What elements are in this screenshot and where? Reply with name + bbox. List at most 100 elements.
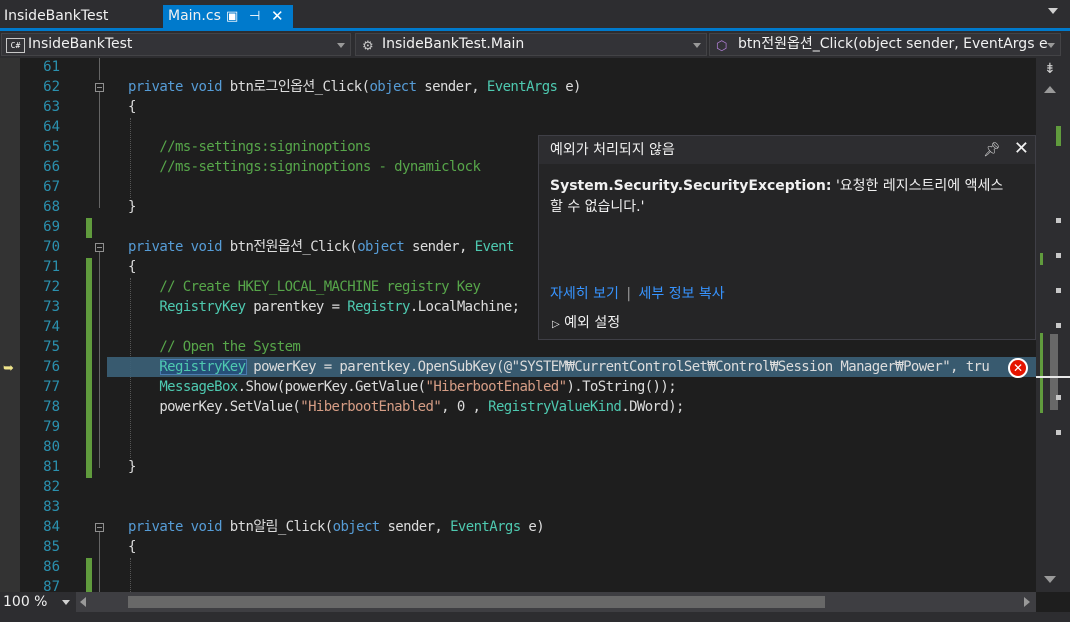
vertical-scrollbar[interactable]: ⇟ <box>1036 58 1070 592</box>
code-token: { <box>128 259 136 275</box>
code-line[interactable]: private void btn로그인옵션_Click(object sende… <box>128 77 581 97</box>
code-line[interactable]: //ms-settings:signinoptions <box>128 137 371 157</box>
line-number: 86 <box>43 559 60 575</box>
code-token: Registry <box>347 299 410 315</box>
change-bar <box>86 258 92 478</box>
code-token: private void <box>128 519 230 535</box>
horizontal-scroll-thumb[interactable] <box>128 596 825 608</box>
horizontal-scrollbar[interactable] <box>76 592 1036 612</box>
line-number: 73 <box>43 299 60 315</box>
code-line[interactable]: } <box>128 457 136 477</box>
code-token: EventArgs <box>486 79 558 95</box>
code-token: sender, <box>404 239 475 255</box>
code-line[interactable]: MessageBox.Show(powerKey.GetValue("Hiber… <box>128 377 676 397</box>
scroll-down-icon[interactable] <box>1044 576 1056 583</box>
exception-type: System.Security.SecurityException: <box>550 178 832 194</box>
zoom-dropdown[interactable]: 100 % <box>0 592 76 612</box>
exception-settings-toggle[interactable]: ▷ 예외 설정 <box>552 312 620 332</box>
code-token: // Create HKEY_LOCAL_MACHINE registry Ke… <box>128 279 481 295</box>
line-number: 83 <box>43 499 60 515</box>
line-number: 74 <box>43 319 60 335</box>
lock-icon[interactable]: ▣ <box>226 5 238 28</box>
line-number: 61 <box>43 59 60 75</box>
code-line[interactable]: } <box>128 197 136 217</box>
method-icon: ⬡ <box>716 39 728 54</box>
project-dropdown-label: InsideBankTest <box>28 36 133 52</box>
pin-icon[interactable]: 📌︎ <box>983 136 1001 164</box>
exception-error-icon[interactable]: ✕ <box>1008 358 1028 378</box>
code-token: sender, <box>416 79 487 95</box>
navigation-bar: C# InsideBankTest ⚙ InsideBankTest.Main … <box>0 32 1070 58</box>
class-dropdown[interactable]: ⚙ InsideBankTest.Main <box>355 33 707 56</box>
code-line[interactable]: RegistryKey parentkey = Registry.LocalMa… <box>128 297 520 317</box>
code-token: btn전원옵션_Click( <box>229 239 358 255</box>
tab-solution[interactable]: InsideBankTest <box>0 5 160 28</box>
scroll-right-icon[interactable] <box>1024 597 1030 607</box>
code-token: { <box>128 99 136 115</box>
copy-details-link[interactable]: 세부 정보 복사 <box>638 286 724 302</box>
chevron-down-icon <box>693 43 701 48</box>
line-number: 78 <box>43 399 60 415</box>
code-token: { <box>128 539 136 555</box>
split-icon[interactable]: ⇟ <box>1044 61 1056 77</box>
tab-bar: InsideBankTest Main.cs ▣ ⊣ ✕ <box>0 0 1070 32</box>
class-dropdown-label: InsideBankTest.Main <box>382 36 525 52</box>
chevron-down-icon <box>1047 43 1055 48</box>
code-token: Event <box>474 239 515 255</box>
scroll-up-icon[interactable] <box>1044 86 1056 93</box>
scroll-mark <box>1056 253 1061 258</box>
code-token: RegistryKey <box>159 359 246 375</box>
pin-icon[interactable]: ⊣ <box>249 5 260 28</box>
code-line[interactable]: { <box>128 257 136 277</box>
line-number: 70 <box>43 239 60 255</box>
line-number: 75 <box>43 339 60 355</box>
code-line[interactable]: powerKey.SetValue("HiberbootEnabled", 0 … <box>128 397 684 417</box>
code-line[interactable]: RegistryKey powerKey = parentkey.OpenSub… <box>128 357 989 377</box>
line-number: 68 <box>43 199 60 215</box>
close-icon[interactable]: ✕ <box>271 5 284 28</box>
view-details-link[interactable]: 자세히 보기 <box>550 286 619 302</box>
member-dropdown[interactable]: ⬡ btn전원옵션_Click(object sender, EventArgs… <box>709 33 1061 56</box>
exception-title: 예외가 처리되지 않음 <box>550 142 675 158</box>
change-bar <box>86 558 92 592</box>
code-token: .Show(powerKey.GetValue( <box>237 379 426 395</box>
code-line[interactable]: { <box>128 537 136 557</box>
scroll-mark <box>1056 395 1061 400</box>
line-number: 69 <box>43 219 60 235</box>
collapse-icon[interactable] <box>95 243 104 252</box>
code-line[interactable]: private void btn알림_Click(object sender, … <box>128 517 545 537</box>
collapse-icon[interactable] <box>95 523 104 532</box>
scroll-mark <box>1056 288 1061 293</box>
code-token: sender, <box>379 519 451 535</box>
line-number: 77 <box>43 379 60 395</box>
code-token: powerKey.SetValue( <box>128 399 301 415</box>
code-line[interactable]: { <box>128 97 136 117</box>
scroll-left-icon[interactable] <box>80 597 86 607</box>
code-line[interactable]: private void btn전원옵션_Click(object sender… <box>128 237 514 257</box>
indicator-margin[interactable] <box>0 58 20 592</box>
code-token: "HiberbootEnabled" <box>300 399 442 415</box>
code-token: btn로그인옵션_Click( <box>229 79 370 95</box>
close-icon[interactable]: ✕ <box>1014 135 1029 163</box>
tab-list-dropdown-icon[interactable] <box>1048 8 1058 14</box>
outline-line <box>99 252 100 468</box>
code-line[interactable]: // Create HKEY_LOCAL_MACHINE registry Ke… <box>128 277 481 297</box>
change-mark <box>1040 333 1043 413</box>
exception-message: System.Security.SecurityException: '요청한 … <box>539 164 1035 218</box>
code-line[interactable]: //ms-settings:signinoptions - dynamicloc… <box>128 157 481 177</box>
code-token: .DWord); <box>621 399 684 415</box>
tab-solution-label: InsideBankTest <box>4 8 109 24</box>
code-token: } <box>128 199 136 215</box>
tab-underline <box>0 28 1070 31</box>
member-dropdown-label: btn전원옵션_Click(object sender, EventArgs e <box>738 36 1048 52</box>
chevron-down-icon <box>62 600 70 605</box>
code-line[interactable]: // Open the System <box>128 337 301 357</box>
line-number: 67 <box>43 179 60 195</box>
csharp-project-icon: C# <box>6 38 25 53</box>
tab-main-cs[interactable]: Main.cs ▣ ⊣ ✕ <box>163 5 293 28</box>
line-number: 64 <box>43 119 60 135</box>
project-dropdown[interactable]: C# InsideBankTest <box>1 33 351 56</box>
collapse-icon[interactable] <box>95 83 104 92</box>
